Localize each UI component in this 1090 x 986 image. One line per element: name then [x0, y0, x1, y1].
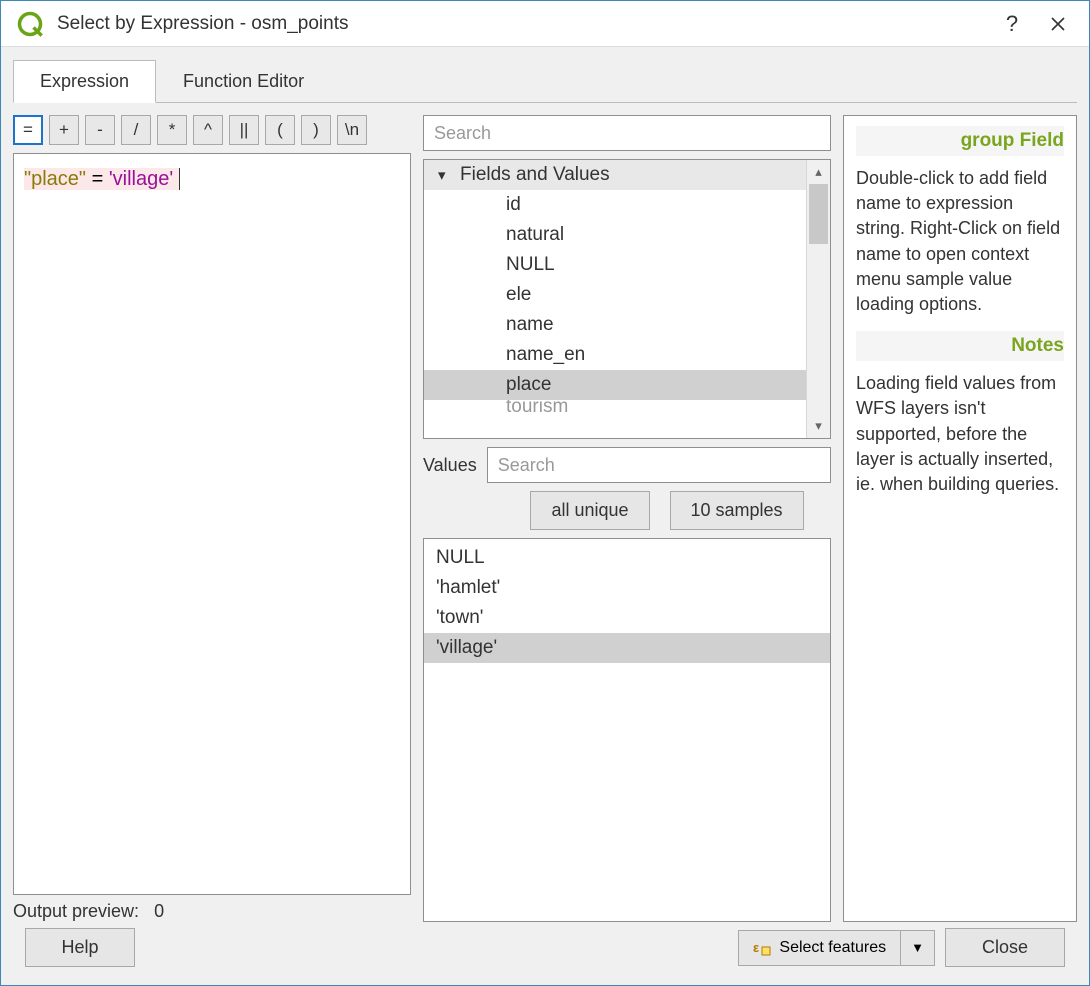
close-icon[interactable]	[1035, 1, 1081, 47]
expression-operator: =	[86, 168, 109, 190]
help-icon[interactable]: ?	[989, 1, 1035, 47]
operator-toolbar: = + - / * ^ || ( ) \n	[13, 115, 411, 145]
list-item[interactable]: 'town'	[424, 603, 830, 633]
op-minus-button[interactable]: -	[85, 115, 115, 145]
dialog-window: Select by Expression - osm_points ? Expr…	[0, 0, 1090, 986]
values-search-input[interactable]	[487, 447, 831, 483]
output-preview-label: Output preview:	[13, 901, 139, 921]
list-item[interactable]: 'hamlet'	[424, 573, 830, 603]
tree-item[interactable]: place	[424, 370, 806, 400]
tabs: Expression Function Editor	[13, 59, 1077, 103]
select-features-dropdown[interactable]: ▼	[901, 932, 934, 963]
output-preview-value: 0	[154, 901, 164, 921]
select-features-icon: ε	[753, 939, 771, 957]
tab-function-editor[interactable]: Function Editor	[156, 60, 331, 103]
op-divide-button[interactable]: /	[121, 115, 151, 145]
window-title: Select by Expression - osm_points	[57, 13, 989, 35]
tree-group-fields[interactable]: ▾ Fields and Values	[424, 160, 806, 190]
tree-group-label: Fields and Values	[460, 164, 610, 186]
help-heading: group Field	[856, 126, 1064, 156]
values-label: Values	[423, 455, 477, 476]
values-search-row: Values	[423, 447, 831, 483]
values-list[interactable]: NULL 'hamlet' 'town' 'village'	[423, 538, 831, 922]
expression-column: = + - / * ^ || ( ) \n "place" = 'village…	[13, 115, 411, 922]
op-equals-button[interactable]: =	[13, 115, 43, 145]
tree-item[interactable]: tourism	[424, 400, 806, 414]
op-newline-button[interactable]: \n	[337, 115, 367, 145]
scroll-thumb[interactable]	[809, 184, 828, 244]
op-multiply-button[interactable]: *	[157, 115, 187, 145]
chevron-down-icon: ▾	[438, 166, 460, 184]
help-notes-text: Loading field values from WFS layers isn…	[856, 371, 1064, 497]
help-panel: group Field Double-click to add field na…	[843, 115, 1077, 922]
tree-item[interactable]: natural	[424, 220, 806, 250]
list-item[interactable]: NULL	[424, 543, 830, 573]
scroll-down-icon[interactable]: ▾	[807, 414, 830, 438]
op-concat-button[interactable]: ||	[229, 115, 259, 145]
help-button[interactable]: Help	[25, 928, 135, 967]
help-notes-heading: Notes	[856, 331, 1064, 361]
help-text: Double-click to add field name to expres…	[856, 166, 1064, 317]
main-area: = + - / * ^ || ( ) \n "place" = 'village…	[13, 115, 1077, 922]
tree-item[interactable]: NULL	[424, 250, 806, 280]
select-features-label: Select features	[779, 939, 886, 957]
op-plus-button[interactable]: +	[49, 115, 79, 145]
qgis-logo-icon	[15, 9, 45, 39]
fields-column: ▾ Fields and Values id natural NULL ele …	[423, 115, 831, 922]
values-buttons: all unique 10 samples	[423, 491, 831, 530]
op-lparen-button[interactable]: (	[265, 115, 295, 145]
ten-samples-button[interactable]: 10 samples	[670, 491, 804, 530]
fields-tree: ▾ Fields and Values id natural NULL ele …	[423, 159, 831, 439]
close-button[interactable]: Close	[945, 928, 1065, 967]
scroll-up-icon[interactable]: ▴	[807, 160, 830, 184]
tab-expression[interactable]: Expression	[13, 60, 156, 103]
fields-tree-content[interactable]: ▾ Fields and Values id natural NULL ele …	[424, 160, 806, 438]
client-area: Expression Function Editor = + - / * ^ |…	[1, 47, 1089, 985]
expression-field: "place"	[24, 168, 86, 190]
tree-item[interactable]: id	[424, 190, 806, 220]
titlebar: Select by Expression - osm_points ?	[1, 1, 1089, 47]
op-rparen-button[interactable]: )	[301, 115, 331, 145]
all-unique-button[interactable]: all unique	[530, 491, 649, 530]
tree-item[interactable]: name	[424, 310, 806, 340]
fields-search-input[interactable]	[423, 115, 831, 151]
fields-tree-scrollbar[interactable]: ▴ ▾	[806, 160, 830, 438]
expression-input[interactable]: "place" = 'village'	[13, 153, 411, 895]
list-item[interactable]: 'village'	[424, 633, 830, 663]
expression-value: 'village'	[109, 168, 173, 190]
svg-text:ε: ε	[753, 940, 759, 955]
footer: Help ε Select features ▼ Close	[13, 922, 1077, 977]
expression-cursor	[173, 168, 180, 190]
output-preview: Output preview: 0	[13, 901, 411, 922]
op-power-button[interactable]: ^	[193, 115, 223, 145]
tree-item[interactable]: name_en	[424, 340, 806, 370]
tree-item[interactable]: ele	[424, 280, 806, 310]
select-features-button[interactable]: ε Select features ▼	[738, 930, 935, 966]
